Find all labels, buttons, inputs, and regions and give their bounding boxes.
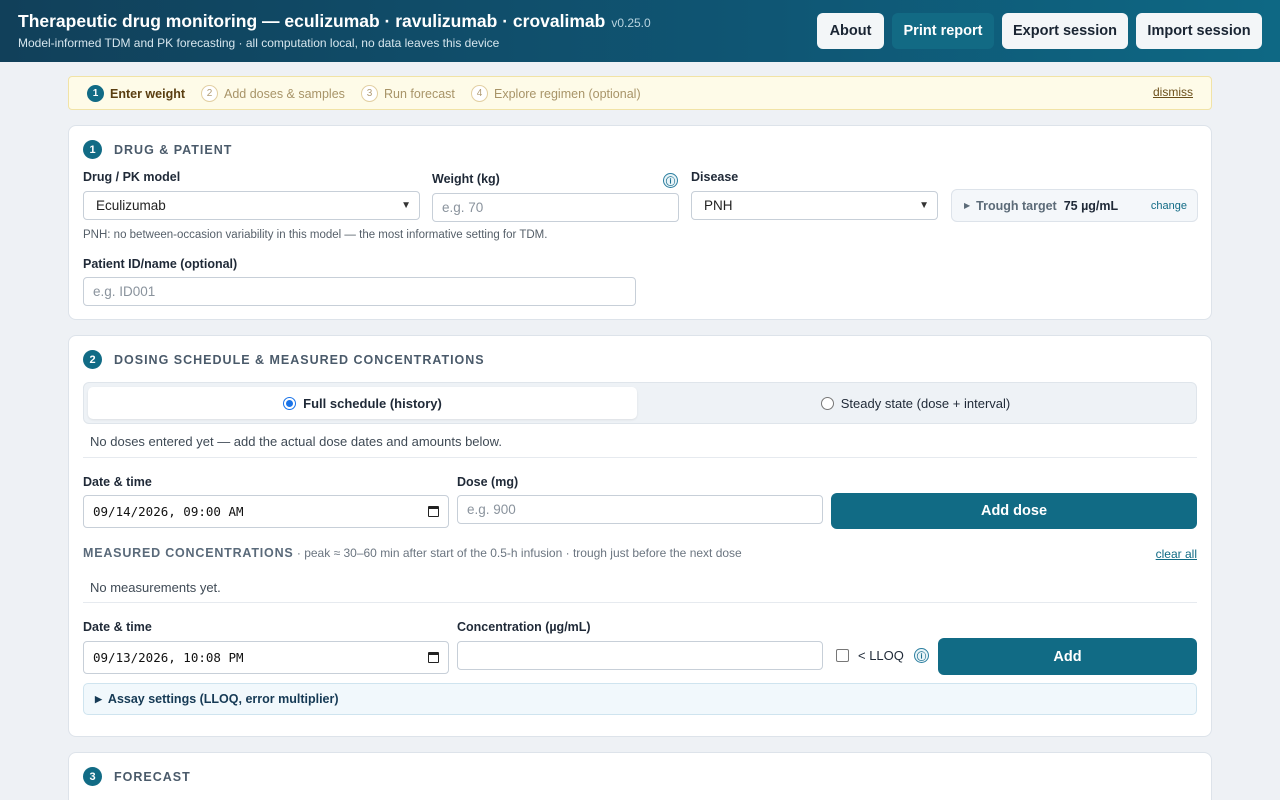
dose-datetime-input[interactable]: 09/14/2026, 09:00 AM [83,495,449,528]
version-label: v0.25.0 [611,16,651,30]
radio-selected-icon [283,396,297,410]
app-header: Therapeutic drug monitoring — eculizumab… [0,0,1280,62]
concentration-label: Concentration (µg/mL) [457,620,591,634]
drug-select[interactable]: Eculizumab ▼ [83,191,420,220]
add-measurement-button[interactable]: Add [938,638,1197,675]
measure-datetime-value: 09/13/2026, 10:08 PM [93,650,244,665]
trough-target-toggle[interactable]: ▶ Trough target 75 µg/mL change [951,189,1198,222]
step-number: 3 [361,85,378,102]
patient-id-label: Patient ID/name (optional) [83,257,238,271]
measured-title: Measured concentrations [83,546,294,560]
section-header: 1 Drug & patient [83,140,232,159]
clear-all-link[interactable]: clear all [1156,547,1197,561]
disease-value: PNH [704,198,733,213]
step-number: 1 [87,85,104,102]
weight-label: Weight (kg) [432,172,500,186]
steady-state-label: Steady state (dose + interval) [840,395,1011,411]
section-title: Dosing schedule & measured concentration… [114,352,485,367]
trough-change-link[interactable]: change [1151,200,1187,212]
dose-label: Dose (mg) [457,475,519,489]
calendar-icon[interactable] [428,652,439,663]
info-icon[interactable]: ⓘ [914,648,929,663]
step-number: 4 [471,85,488,102]
import-session-button[interactable]: Import session [1136,13,1262,49]
step-add-doses[interactable]: 2 Add doses & samples [201,85,345,102]
dose-input[interactable]: e.g. 900 [457,495,823,524]
calendar-icon[interactable] [428,506,439,517]
app-subtitle: Model-informed TDM and PK forecasting · … [18,36,500,50]
dosing-schedule-card: 2 Dosing schedule & measured concentrati… [68,335,1212,737]
lloq-label: < LLOQ [858,648,904,663]
print-report-button[interactable]: Print report [892,13,994,49]
no-doses-message: No doses entered yet — add the actual do… [90,434,502,449]
trough-value: 75 µg/mL [1063,198,1119,213]
caret-right-icon: ▶ [95,693,102,704]
drug-patient-card: 1 Drug & patient Drug / PK model Eculizu… [68,125,1212,320]
section-title: Drug & patient [114,142,233,157]
lloq-checkbox[interactable] [836,649,849,662]
chevron-down-icon: ▼ [919,200,929,211]
measure-datetime-input[interactable]: 09/13/2026, 10:08 PM [83,641,449,674]
step-number: 2 [201,85,218,102]
measure-date-label: Date & time [83,620,152,634]
concentration-input[interactable] [457,641,823,670]
export-session-button[interactable]: Export session [1002,13,1128,49]
trough-label: Trough target [976,198,1057,213]
app-title: Therapeutic drug monitoring — eculizumab… [18,11,651,31]
dose-date-label: Date & time [83,475,152,489]
measured-concentrations-header: Measured concentrations · peak ≈ 30–60 m… [83,546,742,560]
chevron-down-icon: ▼ [401,200,411,211]
section-header: 3 Forecast [83,767,191,786]
step-run-forecast[interactable]: 3 Run forecast [361,85,455,102]
full-schedule-option[interactable]: Full schedule (history) [88,387,637,419]
no-measurements-message: No measurements yet. [90,580,221,595]
forecast-card: 3 Forecast [68,752,1212,800]
drug-value: Eculizumab [96,198,166,213]
step-label: Explore regimen (optional) [494,86,641,101]
assay-settings-label: Assay settings (LLOQ, error multiplier) [107,692,339,706]
section-number: 1 [83,140,102,159]
step-label: Run forecast [384,86,455,101]
drug-label: Drug / PK model [83,170,181,184]
caret-right-icon: ▶ [964,201,971,210]
step-enter-weight[interactable]: 1 Enter weight [87,85,185,102]
section-title: Forecast [114,769,191,784]
section-number: 3 [83,767,102,786]
step-label: Add doses & samples [224,86,345,101]
section-number: 2 [83,350,102,369]
full-schedule-label: Full schedule (history) [303,395,442,411]
radio-icon [820,396,834,410]
add-dose-button[interactable]: Add dose [831,493,1197,529]
model-note: PNH: no between-occasion variability in … [83,229,548,241]
measured-description: · peak ≈ 30–60 min after start of the 0.… [293,546,742,560]
dismiss-link[interactable]: dismiss [1153,85,1193,99]
disease-select[interactable]: PNH ▼ [691,191,938,220]
section-header: 2 Dosing schedule & measured concentrati… [83,350,485,369]
step-label: Enter weight [110,86,186,101]
steady-state-option[interactable]: Steady state (dose + interval) [641,387,1190,419]
assay-settings-toggle[interactable]: ▶ Assay settings (LLOQ, error multiplier… [83,683,1197,715]
step-explore-regimen[interactable]: 4 Explore regimen (optional) [471,85,641,102]
schedule-mode-toggle: Full schedule (history) Steady state (do… [83,382,1197,424]
divider [83,457,1197,458]
workflow-stepper: 1 Enter weight 2 Add doses & samples 3 R… [68,76,1212,110]
weight-input[interactable]: e.g. 70 [432,193,679,222]
divider [83,602,1197,603]
info-icon[interactable]: ⓘ [663,173,678,188]
about-button[interactable]: About [817,13,884,49]
dose-datetime-value: 09/14/2026, 09:00 AM [93,504,244,519]
patient-id-input[interactable]: e.g. ID001 [83,277,636,306]
disease-label: Disease [691,170,739,184]
